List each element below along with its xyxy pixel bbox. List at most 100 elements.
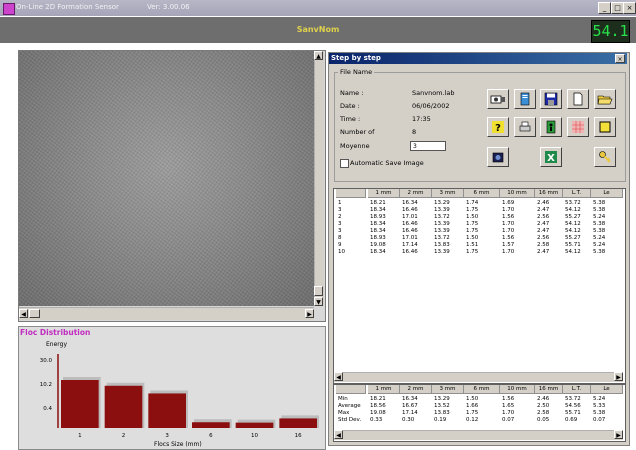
stats-scroll-right-icon[interactable]: ▶ [614, 430, 623, 439]
table-cell: 54.12 [565, 249, 581, 255]
camera-film-icon[interactable] [487, 89, 509, 109]
sample-name: SanvNom [296, 25, 340, 34]
table-cell: 1.70 [502, 249, 515, 255]
table-cell: 18.56 [370, 403, 386, 409]
x-tick-label: 16 [295, 433, 302, 439]
table-cell: 2.47 [537, 249, 550, 255]
column-header: 16 mm [535, 189, 563, 198]
column-header: 3 mm [432, 189, 464, 198]
table-cell: 0.12 [466, 417, 479, 423]
results-scroll-right-icon[interactable]: ▶ [614, 372, 623, 381]
scroll-left-icon[interactable]: ◀ [19, 309, 28, 318]
table-cell: 18.34 [370, 249, 386, 255]
x-axis-label: Flocs Size (mm) [154, 441, 202, 448]
open-folder-icon[interactable] [594, 89, 616, 109]
bar [148, 393, 186, 428]
scroll-right-icon[interactable]: ▶ [305, 309, 314, 318]
moyenne-input[interactable]: 3 [410, 141, 446, 151]
table-cell: 18.34 [370, 228, 386, 234]
auto-save-checkbox[interactable] [340, 159, 349, 168]
dialog-close-button[interactable]: × [615, 54, 625, 63]
table-cell: 9 [338, 242, 342, 248]
yellow-square-icon[interactable] [594, 117, 616, 137]
table-cell: 1.50 [466, 396, 479, 402]
minimize-button[interactable]: _ [598, 2, 611, 14]
table-cell: 5.38 [593, 410, 606, 416]
scroll-up-icon[interactable]: ▲ [314, 51, 323, 60]
table-cell: 5.24 [593, 242, 606, 248]
results-scroll-left-icon[interactable]: ◀ [334, 372, 343, 381]
table-cell: 53.72 [565, 396, 581, 402]
results-grid[interactable]: 1 mm 2 mm 3 mm 6 mm 10 mm 16 mm L.T. Le 1 18.21 1… [333, 188, 626, 384]
vertical-scroll-thumb[interactable] [314, 286, 323, 296]
table-cell: 17.14 [402, 242, 418, 248]
table-cell: 16.46 [402, 207, 418, 213]
table-cell: 18.34 [370, 207, 386, 213]
table-cell: 2.46 [537, 200, 550, 206]
table-cell: 5.38 [593, 228, 606, 234]
bar [192, 422, 230, 428]
table-cell: 1.74 [466, 200, 479, 206]
table-cell: 1.56 [502, 235, 515, 241]
table-cell: 1.70 [502, 221, 515, 227]
table-cell: 13.29 [434, 396, 450, 402]
table-cell: 5.38 [593, 249, 606, 255]
stats-scroll-left-icon[interactable]: ◀ [334, 430, 343, 439]
horizontal-scroll-thumb[interactable] [29, 309, 40, 318]
exit-door-icon[interactable] [540, 117, 562, 137]
table-cell: 54.12 [565, 207, 581, 213]
table-cell: 5.24 [593, 235, 606, 241]
image-horizontal-scrollbar[interactable] [19, 307, 314, 320]
app-icon [3, 3, 15, 15]
table-cell: 16.34 [402, 396, 418, 402]
table-cell: 55.27 [565, 235, 581, 241]
print-icon[interactable] [514, 117, 536, 137]
time-label: Time : [340, 115, 361, 123]
table-cell: 5.38 [593, 200, 606, 206]
table-cell: 1.65 [502, 403, 515, 409]
table-cell: 16.67 [402, 403, 418, 409]
table-cell: 1.69 [502, 200, 515, 206]
key-icon[interactable] [594, 147, 616, 167]
table-cell: 18.93 [370, 235, 386, 241]
column-header [336, 385, 366, 394]
stats-horizontal-scrollbar[interactable] [334, 430, 623, 440]
table-cell: 53.72 [565, 200, 581, 206]
name-value: Sanvnom.lab [412, 89, 455, 97]
table-cell: 1.75 [466, 228, 479, 234]
x-tick-label: 2 [122, 433, 126, 439]
table-cell: 2.56 [537, 235, 550, 241]
color-grid-icon[interactable] [567, 117, 589, 137]
column-header: 6 mm [464, 189, 500, 198]
moyenne-label: Moyenne [340, 142, 370, 150]
image-vertical-scrollbar[interactable] [314, 51, 324, 306]
column-header: Le [591, 189, 623, 198]
table-cell: 19.08 [370, 242, 386, 248]
y-axis-label: Energy [46, 341, 67, 348]
table-cell: 1.56 [502, 214, 515, 220]
table-cell: 55.71 [565, 410, 581, 416]
table-cell: 1.57 [502, 242, 515, 248]
date-label: Date : [340, 102, 360, 110]
photo-camera-icon[interactable] [487, 147, 509, 167]
table-cell: 54.12 [565, 228, 581, 234]
table-cell: 17.01 [402, 235, 418, 241]
close-button[interactable]: × [623, 2, 636, 14]
x-tick-label: 6 [209, 433, 213, 439]
results-horizontal-scrollbar[interactable] [334, 372, 623, 382]
table-cell: 0.30 [402, 417, 415, 423]
table-cell: 1.75 [466, 249, 479, 255]
excel-icon[interactable]: X [540, 147, 562, 167]
help-icon[interactable]: ? [487, 117, 509, 137]
save-disk-icon[interactable] [540, 89, 562, 109]
table-cell: 0.07 [502, 417, 515, 423]
scroll-down-icon[interactable]: ▼ [314, 297, 323, 306]
new-page-icon[interactable] [567, 89, 589, 109]
table-cell: 2 [338, 214, 342, 220]
table-cell: 16.46 [402, 249, 418, 255]
y-tick-label: 0.4 [43, 406, 52, 412]
table-cell: 18.34 [370, 221, 386, 227]
table-cell: 1.50 [466, 235, 479, 241]
notepad-icon[interactable] [514, 89, 536, 109]
table-cell: 17.01 [402, 214, 418, 220]
